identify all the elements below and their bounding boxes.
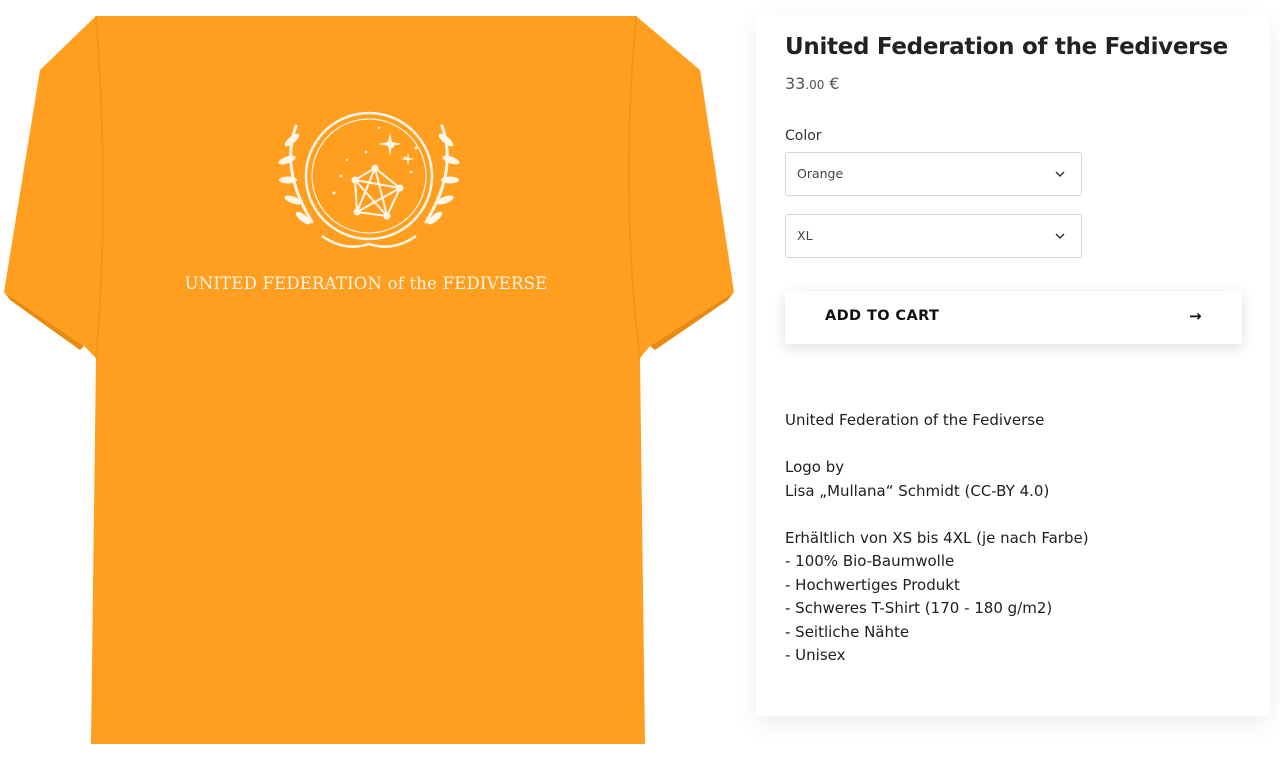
- arrow-right-icon: →: [1189, 307, 1202, 325]
- feature-item: - Unisex: [785, 646, 846, 664]
- price-currency: €: [829, 74, 840, 93]
- product-description: United Federation of the Fediverse Logo …: [785, 409, 1089, 668]
- color-select[interactable]: Orange: [785, 152, 1082, 196]
- color-select-value: Orange: [797, 166, 844, 181]
- product-title: United Federation of the Fediverse: [785, 34, 1228, 60]
- description-heading: United Federation of the Fediverse: [785, 411, 1045, 429]
- feature-item: - Schweres T-Shirt (170 - 180 g/m2): [785, 599, 1053, 617]
- color-label: Color: [785, 128, 822, 144]
- size-select[interactable]: XL: [785, 214, 1082, 258]
- chevron-down-icon: [1055, 233, 1065, 240]
- add-to-cart-label: ADD TO CART: [825, 308, 940, 324]
- availability-text: Erhältlich von XS bis 4XL (je nach Farbe…: [785, 528, 1089, 547]
- add-to-cart-button[interactable]: ADD TO CART →: [785, 291, 1242, 344]
- logo-credit-author: Lisa „Mullana“ Schmidt (CC-BY 4.0): [785, 481, 1050, 500]
- product-panel: United Federation of the Fediverse 33.00…: [756, 16, 1270, 716]
- chevron-down-icon: [1055, 171, 1065, 178]
- feature-item: - Seitliche Nähte: [785, 622, 910, 641]
- feature-item: - Hochwertiges Produkt: [785, 575, 960, 594]
- feature-item: - 100% Bio-Baumwolle: [785, 552, 955, 570]
- price-whole: 33: [785, 74, 806, 93]
- product-price: 33.00 €: [785, 74, 839, 93]
- logo-credit-label: Logo by: [785, 458, 845, 476]
- product-image[interactable]: UNITED FEDERATION of the FEDIVERSE: [0, 0, 740, 765]
- shirt-print-text: UNITED FEDERATION of the FEDIVERSE: [184, 274, 548, 293]
- price-decimals: .00: [805, 78, 825, 92]
- size-select-value: XL: [797, 228, 813, 243]
- tshirt-illustration: [4, 15, 734, 744]
